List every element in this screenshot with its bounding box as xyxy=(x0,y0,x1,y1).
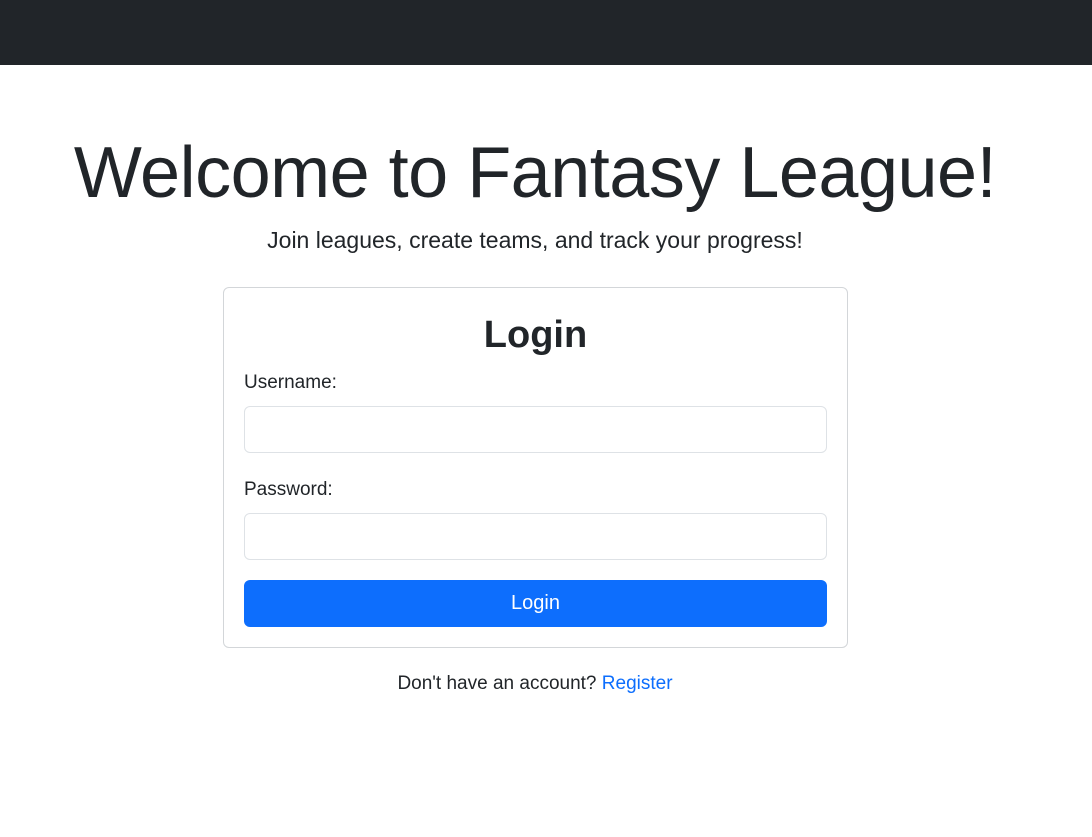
register-prompt: Don't have an account? Register xyxy=(0,671,1070,697)
login-card: Login Username: Password: Login xyxy=(223,287,848,648)
login-button[interactable]: Login xyxy=(244,580,827,627)
page-subtitle: Join leagues, create teams, and track yo… xyxy=(267,227,803,253)
password-label: Password: xyxy=(244,479,333,500)
username-input[interactable] xyxy=(244,406,827,453)
register-prompt-text: Don't have an account? xyxy=(397,673,597,694)
register-link[interactable]: Register xyxy=(602,673,673,694)
username-label: Username: xyxy=(244,372,337,393)
page-title: Welcome to Fantasy League! xyxy=(73,133,997,213)
password-input[interactable] xyxy=(244,513,827,560)
login-card-title: Login xyxy=(483,314,588,356)
top-navbar xyxy=(0,0,1092,65)
